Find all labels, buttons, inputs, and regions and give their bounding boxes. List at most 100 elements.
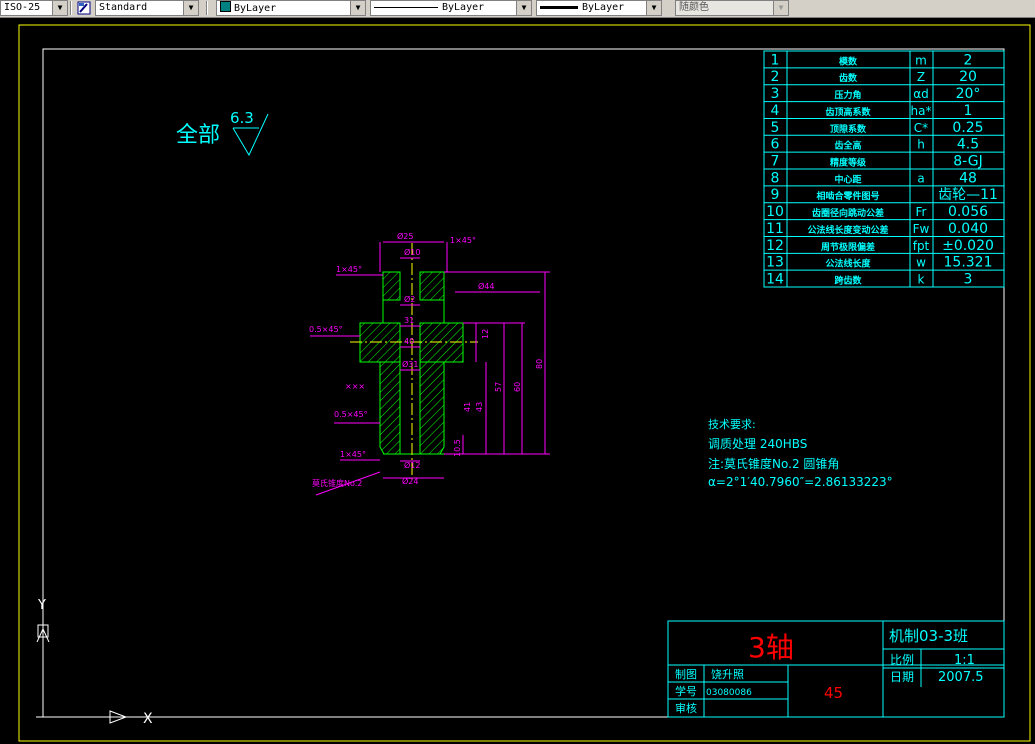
dim-d44: Ø44	[478, 281, 494, 291]
dim-chamfer-bottom: 1×45°	[340, 450, 366, 459]
roughness-symbol: 全部 6.3	[176, 109, 269, 157]
chevron-down-icon[interactable]: ▼	[183, 1, 198, 15]
technical-requirements: 技术要求: 调质处理 240HBS 注:莫氏锥度No.2 圆锥角 α=2°1′4…	[708, 418, 893, 489]
section-hatch	[419, 271, 445, 301]
tech-line-2: 注:莫氏锥度No.2 圆锥角	[708, 456, 839, 471]
param-cell-sym: h	[917, 138, 925, 152]
dim-41: 41	[463, 402, 472, 412]
section-hatch	[382, 271, 401, 301]
param-cell-name: 齿圈径向跳动公差	[812, 207, 884, 219]
param-cell-name: 公法线长度变动公差	[807, 224, 888, 236]
dim-80: 80	[535, 359, 544, 369]
toolbar-separator	[70, 1, 72, 15]
param-cell-val: 1	[964, 103, 973, 119]
param-cell-n: 7	[771, 154, 780, 170]
dim-mark: ×××	[345, 382, 365, 391]
check-label: 审核	[675, 701, 697, 715]
param-cell-sym: ha*	[911, 104, 932, 118]
ucs-y-label: Y	[37, 598, 46, 613]
param-cell-sym: Z	[917, 70, 925, 84]
tech-title: 技术要求:	[708, 418, 756, 431]
dim-taper: 莫氏锥度No.2	[312, 478, 362, 488]
param-cell-n: 12	[766, 238, 784, 254]
param-cell-name: 压力角	[834, 89, 861, 101]
title-block: 3轴 机制03-3班 比例 1:1 日期 2007.5 制图 饶升照 学号 03…	[667, 620, 1005, 718]
dim-chamfer-top-left: 1×45°	[336, 265, 362, 274]
param-cell-val: 15.321	[944, 255, 993, 271]
date-value: 2007.5	[938, 670, 984, 685]
scale-label: 比例	[890, 653, 914, 667]
layer-color-value: ByLayer	[234, 3, 277, 14]
student-id-label: 学号	[675, 684, 697, 698]
roughness-value: 6.3	[230, 109, 254, 127]
lineweight-sample-icon	[540, 5, 578, 9]
drawing-canvas[interactable]: 全部 6.3 1 模数 m 2 2 齿数 Z 20 3 压力角 αd 20° 4 齿顶高系数 ha* 1 5 顶隙…	[0, 17, 1035, 744]
tech-line-1: 调质处理 240HBS	[708, 437, 807, 451]
param-cell-val: 8-GJ	[953, 154, 982, 170]
tech-line-3: α=2°1′40.7960″=2.86133223°	[708, 475, 893, 489]
param-cell-name: 相啮合零件图号	[816, 190, 879, 202]
linetype-value: ByLayer	[442, 2, 485, 13]
param-cell-val: 0.040	[948, 221, 988, 237]
drawn-by: 饶升照	[711, 668, 744, 681]
param-cell-n: 5	[771, 120, 780, 136]
chevron-down-icon[interactable]: ▼	[773, 1, 788, 15]
lineweight-combo[interactable]: ByLayer ▼	[536, 0, 662, 16]
roughness-label: 全部	[176, 123, 220, 148]
param-cell-val: 3	[964, 272, 973, 288]
param-cell-name: 齿顶高系数	[825, 106, 871, 118]
linetype-sample-icon	[374, 6, 438, 8]
param-cell-name: 顶隙系数	[830, 123, 867, 135]
dim-d10: Ø10	[404, 247, 420, 257]
student-id: 03080086	[706, 688, 752, 698]
dim-57: 57	[494, 382, 503, 392]
param-cell-name: 跨齿数	[834, 275, 862, 287]
text-style-icon[interactable]	[77, 1, 91, 15]
dim-d12: Ø12	[404, 460, 420, 470]
param-cell-name: 齿数	[839, 72, 858, 84]
dim-40: 40	[404, 337, 414, 346]
param-cell-name: 齿全高	[834, 140, 861, 152]
textstyle-combo[interactable]: Standard ▼	[95, 0, 199, 16]
dim-d25: Ø25	[397, 231, 413, 241]
param-cell-name: 模数	[839, 55, 858, 67]
toolbar-separator	[206, 1, 208, 15]
dimstyle-combo[interactable]: ISO-25 ▼	[0, 0, 68, 16]
layer-color-combo[interactable]: ByLayer ▼	[216, 0, 366, 16]
param-cell-n: 6	[771, 137, 780, 153]
lineweight-value: ByLayer	[582, 2, 625, 13]
plotstyle-combo[interactable]: 随颜色 ▼	[675, 0, 789, 16]
param-cell-n: 14	[766, 272, 784, 288]
chevron-down-icon[interactable]: ▼	[52, 1, 67, 15]
param-cell-name: 公法线长度	[825, 258, 871, 270]
ucs-icon: Y X	[36, 598, 153, 727]
color-swatch-icon	[220, 1, 231, 12]
dim-60: 60	[513, 382, 522, 392]
dim-d24: Ø24	[402, 476, 418, 486]
param-cell-n: 8	[771, 170, 780, 186]
part-name: 3轴	[748, 631, 794, 664]
chevron-down-icon[interactable]: ▼	[516, 1, 531, 15]
param-cell-name: 周节极限偏差	[821, 241, 875, 253]
param-cell-sym: k	[918, 273, 925, 287]
chevron-down-icon[interactable]: ▼	[646, 1, 661, 15]
param-cell-val: 20°	[956, 86, 981, 102]
date-label: 日期	[890, 670, 914, 684]
param-cell-n: 1	[771, 52, 780, 68]
param-cell-sym: C*	[914, 121, 928, 135]
scale-value: 1:1	[954, 653, 975, 668]
section-hatch	[419, 361, 445, 455]
param-cell-val: 0.056	[948, 204, 988, 220]
param-cell-sym: αd	[913, 87, 929, 101]
dimstyle-value: ISO-25	[4, 2, 41, 13]
param-cell-n: 4	[771, 103, 780, 119]
properties-toolbar: ISO-25 ▼ Standard ▼ ByLayer ▼ ByLayer ▼ …	[0, 0, 1035, 18]
param-cell-n: 3	[771, 86, 780, 102]
dim-d2: Ø2	[404, 294, 415, 304]
param-cell-n: 13	[766, 255, 784, 271]
param-cell-name: 精度等级	[830, 157, 867, 169]
chevron-down-icon[interactable]: ▼	[350, 1, 365, 15]
param-cell-n: 2	[771, 69, 780, 85]
textstyle-value: Standard	[99, 2, 148, 13]
linetype-combo[interactable]: ByLayer ▼	[370, 0, 532, 16]
